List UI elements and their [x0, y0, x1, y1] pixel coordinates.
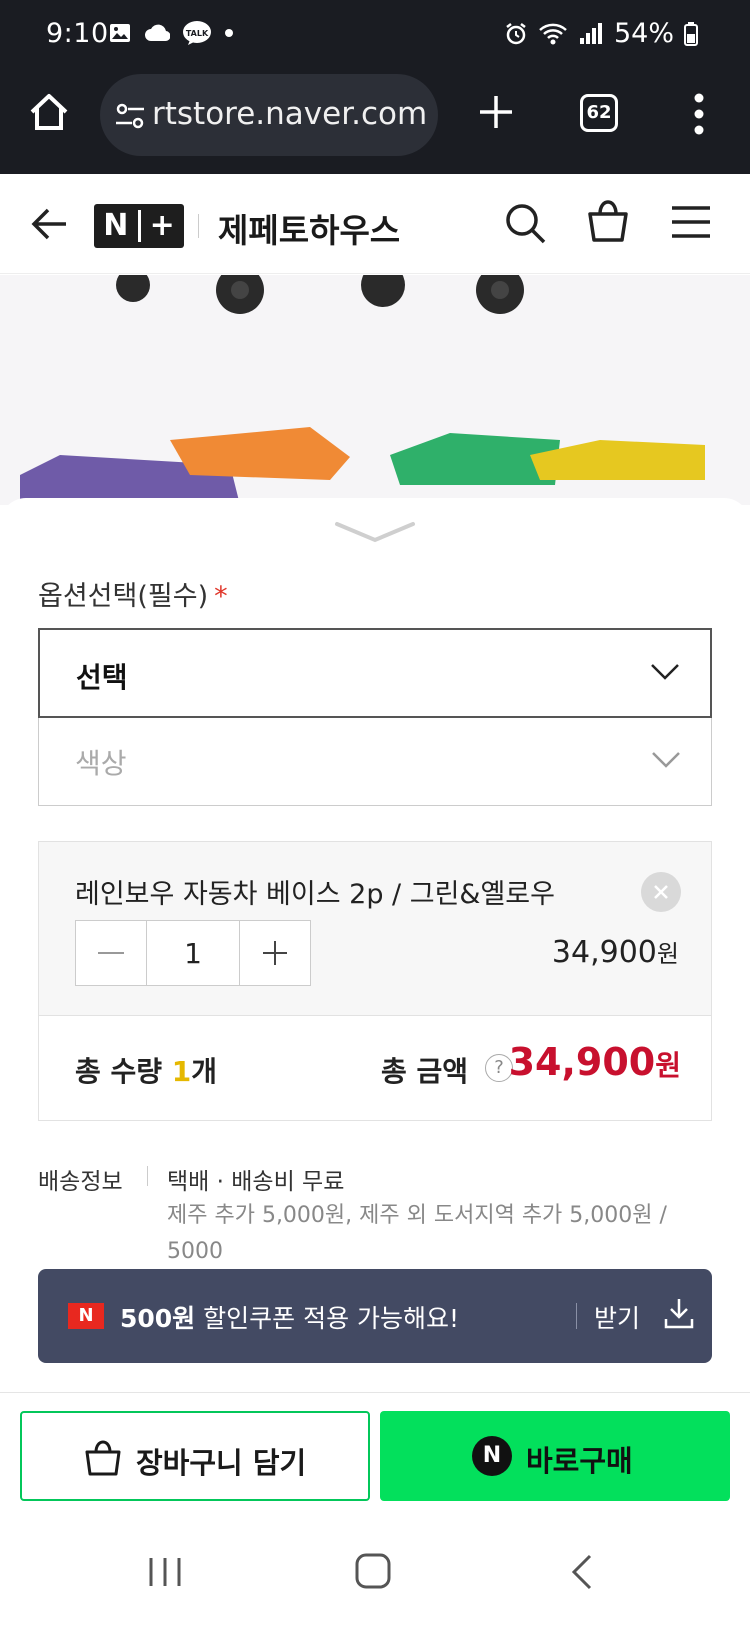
url-text[interactable]: rtstore.naver.com — [152, 96, 432, 132]
remove-item-button[interactable] — [641, 872, 681, 912]
minus-icon — [98, 952, 124, 954]
address-bar[interactable]: rtstore.naver.com — [100, 74, 438, 156]
back-button-icon[interactable] — [570, 1554, 594, 1590]
signal-icon — [579, 22, 602, 44]
buy-now-button[interactable]: N 바로구매 — [380, 1411, 730, 1501]
system-navigation-bar — [0, 1548, 750, 1625]
naver-plus-logo[interactable]: N + — [94, 204, 184, 248]
hamburger-menu-icon[interactable] — [670, 204, 712, 240]
shopping-bag-icon[interactable] — [586, 198, 630, 244]
dot-icon — [225, 29, 233, 37]
alarm-icon — [506, 22, 526, 44]
total-amount-label: 총 금액 — [381, 1055, 469, 1088]
recent-apps-icon[interactable] — [148, 1556, 182, 1588]
increase-quantity-button[interactable] — [240, 921, 310, 985]
chevron-down-icon — [651, 664, 679, 680]
more-menu-icon[interactable] — [692, 92, 706, 136]
option-select-dropdown[interactable]: 선택 — [38, 628, 712, 718]
option-label: 옵션선택(필수) * — [38, 581, 228, 612]
download-icon[interactable] — [664, 1297, 694, 1329]
item-price: 34,900원 — [551, 935, 679, 970]
back-arrow-icon[interactable] — [30, 204, 70, 244]
coupon-banner[interactable]: N 500원 할인쿠폰 적용 가능해요! 받기 — [38, 1269, 712, 1363]
logo-plus: + — [149, 208, 175, 243]
color-select-placeholder: 색상 — [75, 747, 127, 780]
battery-percent: 54% — [613, 18, 674, 49]
wifi-icon — [539, 23, 567, 44]
buy-now-label: 바로구매 — [526, 1444, 633, 1478]
store-header: N + 제페토하우스 — [0, 174, 750, 274]
status-bar: 9:10 TALK 54% — [0, 0, 750, 70]
cloud-icon — [145, 24, 170, 42]
add-to-cart-label: 장바구니 담기 — [136, 1446, 307, 1480]
gallery-icon — [110, 24, 130, 42]
decrease-quantity-button[interactable] — [76, 921, 146, 985]
site-settings-icon[interactable] — [114, 102, 146, 130]
shipping-extra-fee: 제주 추가 5,000원, 제주 외 도서지역 추가 5,000원 / 5000 — [167, 1203, 667, 1264]
total-amount: 34,900원 — [508, 1040, 681, 1084]
shipping-info-label: 배송정보 — [38, 1169, 123, 1195]
chevron-down-icon — [652, 752, 680, 768]
coupon-message: 500원 할인쿠폰 적용 가능해요! — [120, 1304, 460, 1333]
required-mark: * — [214, 581, 228, 612]
product-image[interactable] — [0, 275, 750, 505]
shipping-method: 택배 · 배송비 무료 — [167, 1169, 345, 1195]
option-bottom-sheet: 옵션선택(필수) * 선택 색상 레인보우 자동차 베이스 2p / 그린&옐로우… — [0, 498, 750, 1625]
shopping-bag-icon — [85, 1440, 121, 1476]
sheet-collapse-handle-icon[interactable] — [333, 520, 417, 544]
new-tab-icon[interactable] — [478, 94, 514, 130]
logo-n: N — [103, 208, 129, 243]
status-time: 9:10 — [46, 18, 109, 49]
option-select-value: 선택 — [76, 661, 128, 694]
selected-item-card: 레인보우 자동차 베이스 2p / 그린&옐로우 1 34,900원 — [38, 841, 712, 1016]
order-total-summary: 총 수량 1개 총 금액 ? 34,900원 — [38, 1016, 712, 1121]
home-button-icon[interactable] — [354, 1552, 392, 1590]
svg-text:TALK: TALK — [186, 29, 209, 38]
quantity-stepper: 1 — [75, 920, 311, 986]
add-to-cart-button[interactable]: 장바구니 담기 — [20, 1411, 370, 1501]
total-quantity: 총 수량 1개 — [75, 1055, 218, 1088]
naver-badge: N — [68, 1303, 104, 1329]
search-icon[interactable] — [504, 202, 548, 246]
color-select-dropdown[interactable]: 색상 — [38, 718, 712, 806]
quantity-value[interactable]: 1 — [146, 921, 240, 985]
coupon-get-button[interactable]: 받기 — [594, 1299, 640, 1335]
tab-switcher-button[interactable]: 62 — [580, 94, 618, 132]
naver-pay-badge: N — [472, 1436, 512, 1476]
product-photo — [0, 275, 750, 505]
status-notification-icons: TALK — [108, 20, 234, 46]
talk-icon: TALK — [183, 21, 211, 45]
home-icon[interactable] — [28, 92, 70, 132]
close-icon — [654, 885, 668, 899]
plus-icon — [263, 941, 287, 965]
battery-icon — [684, 21, 698, 46]
selected-item-name: 레인보우 자동차 베이스 2p / 그린&옐로우 — [75, 879, 555, 910]
store-name[interactable]: 제페토하우스 — [218, 204, 400, 252]
browser-toolbar: rtstore.naver.com 62 — [0, 70, 750, 174]
